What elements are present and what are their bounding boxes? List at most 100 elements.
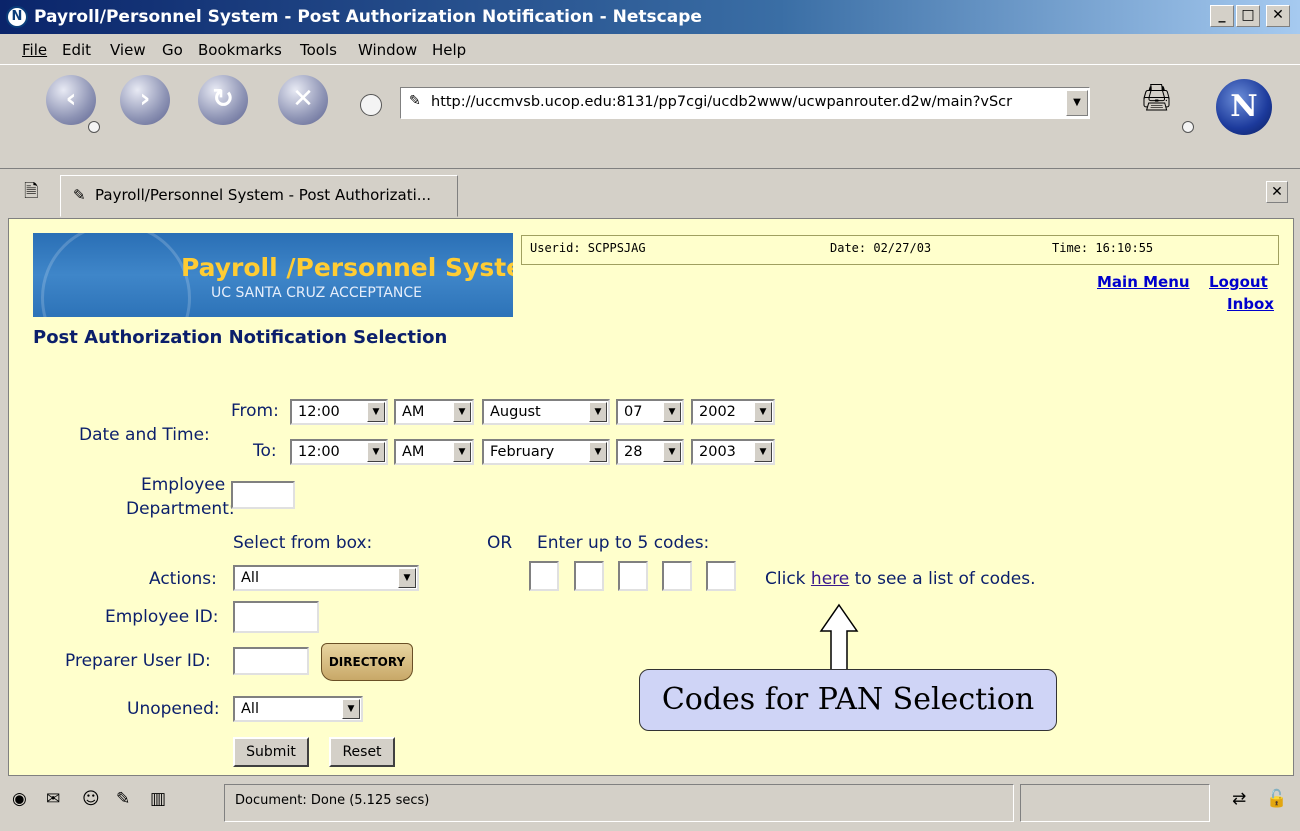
mail-icon[interactable]: ✉ <box>46 789 60 809</box>
employee-id-input[interactable] <box>233 601 319 633</box>
from-year-select[interactable]: 2002 ▼ <box>691 399 775 425</box>
to-label: To: <box>253 441 277 461</box>
preparer-user-id-input[interactable] <box>233 647 309 675</box>
click-prefix-text: Click <box>765 569 806 589</box>
tab-proxy-icon: ✎ <box>73 186 86 204</box>
tab-label: Payroll/Personnel System - Post Authoriz… <box>95 186 432 204</box>
from-month-select[interactable]: August ▼ <box>482 399 610 425</box>
from-day-value: 07 <box>624 404 643 420</box>
logout-link[interactable]: Logout <box>1209 273 1268 291</box>
to-month-select[interactable]: February ▼ <box>482 439 610 465</box>
banner-title: Payroll /Personnel System <box>181 253 513 282</box>
submit-button[interactable]: Submit <box>233 737 309 767</box>
menu-bar: File Edit View Go Bookmarks Tools Window… <box>0 34 1300 64</box>
minimize-icon[interactable]: _ <box>1210 5 1234 27</box>
stop-icon[interactable]: ✕ <box>278 75 328 125</box>
directory-button[interactable]: DIRECTORY <box>321 643 413 681</box>
menu-go[interactable]: Go <box>162 41 183 59</box>
chevron-down-icon[interactable]: ▼ <box>754 402 772 422</box>
address-book-icon[interactable]: ▥ <box>150 789 166 809</box>
status-text: Document: Done (5.125 secs) <box>224 784 1014 822</box>
chevron-down-icon[interactable]: ▼ <box>663 442 681 462</box>
to-day-select[interactable]: 28 ▼ <box>616 439 684 465</box>
menu-edit[interactable]: Edit <box>62 41 91 59</box>
chevron-down-icon[interactable]: ▼ <box>367 402 385 422</box>
back-icon[interactable]: ‹ <box>46 75 96 125</box>
reload-icon[interactable]: ↻ <box>198 75 248 125</box>
chevron-down-icon[interactable]: ▼ <box>453 402 471 422</box>
from-label: From: <box>231 401 279 421</box>
reset-button[interactable]: Reset <box>329 737 395 767</box>
to-ampm-select[interactable]: AM ▼ <box>394 439 474 465</box>
chevron-down-icon[interactable]: ▼ <box>589 402 607 422</box>
actions-label: Actions: <box>149 569 217 589</box>
inbox-link[interactable]: Inbox <box>1227 295 1274 313</box>
url-text: http://uccmvsb.ucop.edu:8131/pp7cgi/ucdb… <box>431 94 1013 110</box>
url-input[interactable]: ✎ http://uccmvsb.ucop.edu:8131/pp7cgi/uc… <box>400 87 1090 119</box>
online-status-icon[interactable]: ⇄ <box>1232 789 1246 809</box>
page-proxy-icon: ✎ <box>409 93 421 109</box>
action-code-input-5[interactable] <box>706 561 736 591</box>
chevron-down-icon[interactable]: ▼ <box>663 402 681 422</box>
netscape-logo-icon[interactable]: N <box>1216 79 1272 135</box>
action-code-input-1[interactable] <box>529 561 559 591</box>
menu-file[interactable]: File <box>22 41 47 59</box>
from-time-value: 12:00 <box>298 404 340 420</box>
actions-select[interactable]: All ▼ <box>233 565 419 591</box>
chevron-down-icon[interactable]: ▼ <box>342 699 360 719</box>
netscape-status-icon[interactable]: ◉ <box>12 789 27 809</box>
back-dropdown-icon[interactable] <box>88 121 100 133</box>
employee-department-input[interactable] <box>231 481 295 509</box>
print-dropdown-icon[interactable] <box>1182 121 1194 133</box>
from-ampm-select[interactable]: AM ▼ <box>394 399 474 425</box>
progress-panel <box>1020 784 1210 822</box>
new-tab-icon[interactable]: 🗎 <box>24 179 38 209</box>
netscape-app-icon: N <box>6 6 28 28</box>
maximize-icon[interactable]: □ <box>1236 5 1260 27</box>
chevron-down-icon[interactable]: ▼ <box>367 442 385 462</box>
menu-help[interactable]: Help <box>432 41 466 59</box>
navigation-toolbar: ‹ › ↻ ✕ ✎ http://uccmvsb.ucop.edu:8131/p… <box>0 64 1300 146</box>
chevron-down-icon[interactable]: ▼ <box>453 442 471 462</box>
composer-icon[interactable]: ✎ <box>116 789 130 809</box>
to-year-select[interactable]: 2003 ▼ <box>691 439 775 465</box>
menu-window[interactable]: Window <box>358 41 417 59</box>
callout-box: Codes for PAN Selection <box>639 669 1057 731</box>
or-label: OR <box>487 533 513 553</box>
security-lock-icon[interactable]: 🔓 <box>1266 789 1287 809</box>
from-month-value: August <box>490 404 541 420</box>
instant-messenger-icon[interactable]: ☺ <box>82 789 100 809</box>
close-icon[interactable]: ✕ <box>1266 5 1290 27</box>
from-year-value: 2002 <box>699 404 736 420</box>
employee-id-label: Employee ID: <box>105 607 219 627</box>
main-menu-link[interactable]: Main Menu <box>1097 273 1190 291</box>
chevron-down-icon[interactable]: ▼ <box>589 442 607 462</box>
menu-tools[interactable]: Tools <box>300 41 337 59</box>
unopened-select[interactable]: All ▼ <box>233 696 363 722</box>
university-seal-icon <box>41 233 191 317</box>
from-day-select[interactable]: 07 ▼ <box>616 399 684 425</box>
action-code-input-2[interactable] <box>574 561 604 591</box>
codes-list-link[interactable]: here <box>811 569 849 589</box>
url-dropdown-icon[interactable]: ▼ <box>1066 90 1088 116</box>
employee-department-label-line1: Employee <box>141 475 226 495</box>
to-month-value: February <box>490 444 555 460</box>
action-code-input-4[interactable] <box>662 561 692 591</box>
chevron-down-icon[interactable]: ▼ <box>754 442 772 462</box>
select-from-box-label: Select from box: <box>233 533 373 553</box>
browser-window: N Payroll/Personnel System - Post Author… <box>0 0 1300 831</box>
to-time-select[interactable]: 12:00 ▼ <box>290 439 388 465</box>
go-icon[interactable] <box>360 94 382 116</box>
menu-view[interactable]: View <box>110 41 146 59</box>
tab-current[interactable]: ✎ Payroll/Personnel System - Post Author… <box>60 175 458 217</box>
forward-icon[interactable]: › <box>120 75 170 125</box>
action-code-input-3[interactable] <box>618 561 648 591</box>
menu-bookmarks[interactable]: Bookmarks <box>198 41 282 59</box>
print-icon[interactable]: 🖨 <box>1140 83 1180 117</box>
from-time-select[interactable]: 12:00 ▼ <box>290 399 388 425</box>
chevron-down-icon[interactable]: ▼ <box>398 568 416 588</box>
close-tab-icon[interactable]: ✕ <box>1266 181 1288 203</box>
to-time-value: 12:00 <box>298 444 340 460</box>
to-ampm-value: AM <box>402 444 425 460</box>
to-day-value: 28 <box>624 444 643 460</box>
